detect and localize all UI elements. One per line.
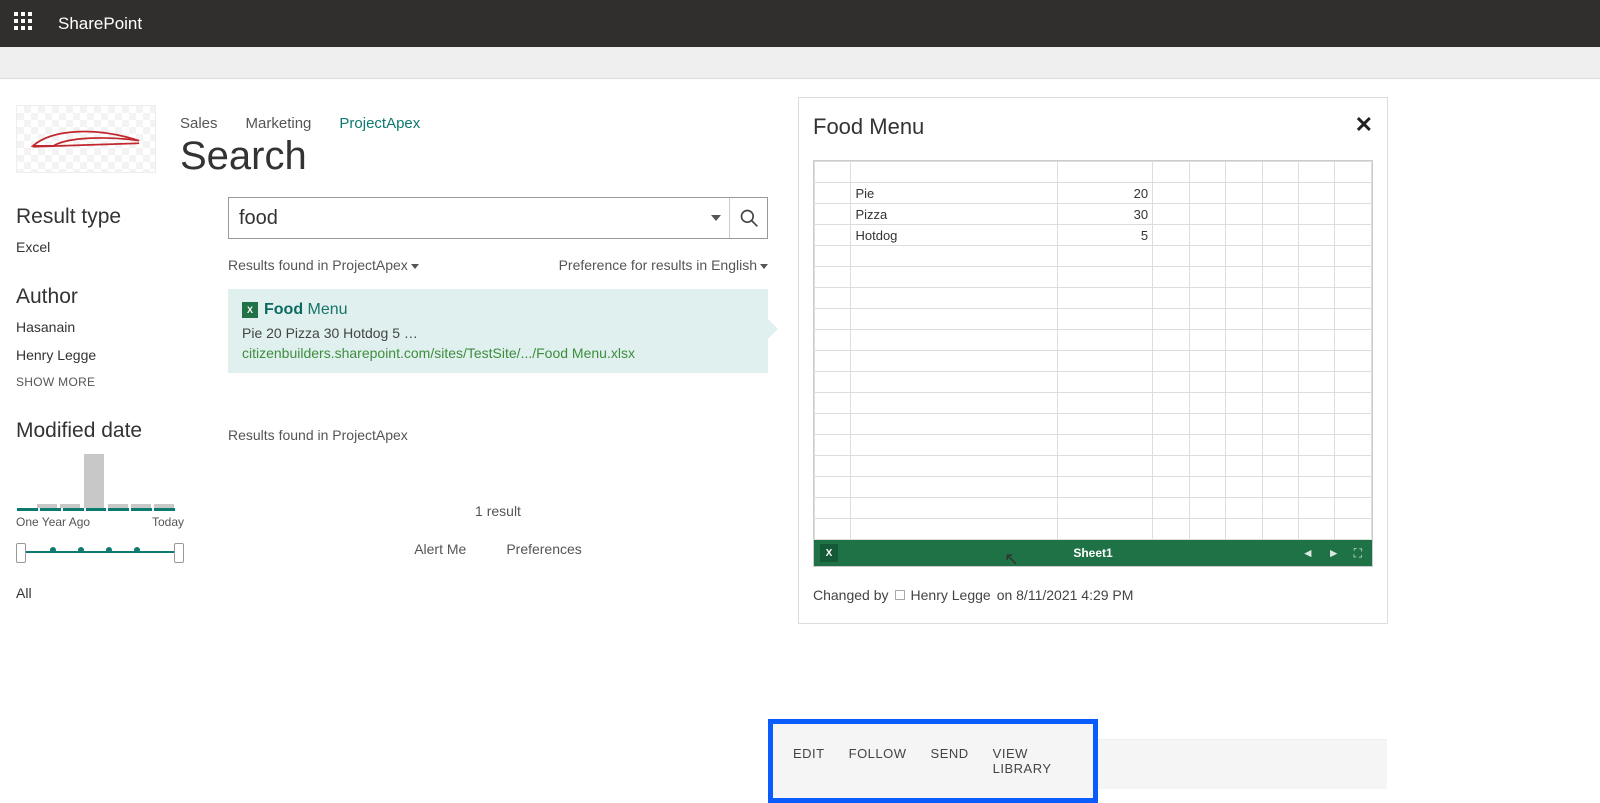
presence-icon xyxy=(895,590,905,600)
refiner-item-excel[interactable]: Excel xyxy=(16,239,196,255)
brand-label[interactable]: SharePoint xyxy=(58,14,142,34)
cell[interactable]: Pizza xyxy=(851,204,1057,225)
nav-link-projectapex[interactable]: ProjectApex xyxy=(339,115,420,132)
excel-icon[interactable]: X xyxy=(820,544,838,562)
view-library-button[interactable]: VIEW LIBRARY xyxy=(993,746,1073,776)
result-count: 1 result xyxy=(228,503,768,519)
cell[interactable]: 20 xyxy=(1057,183,1152,204)
refiner-item-author-0[interactable]: Hasanain xyxy=(16,319,196,335)
action-bar-remainder xyxy=(1098,739,1387,789)
preview-panel: Food Menu ✕ Pie20 Pizza30 Hotdog5 xyxy=(798,97,1388,624)
search-icon xyxy=(739,208,759,228)
excel-file-icon: X xyxy=(242,302,258,318)
sheet-prev-icon[interactable]: ◄ xyxy=(1302,546,1314,560)
cell[interactable]: 5 xyxy=(1057,225,1152,246)
cell[interactable]: Hotdog xyxy=(851,225,1057,246)
follow-button[interactable]: FOLLOW xyxy=(849,746,907,776)
modified-histogram xyxy=(16,453,176,511)
page-title: Search xyxy=(180,134,307,179)
search-result-item[interactable]: X Food Menu Pie 20 Pizza 30 Hotdog 5 … c… xyxy=(228,289,768,373)
action-bar-highlight: EDIT FOLLOW SEND VIEW LIBRARY xyxy=(768,719,1098,803)
close-icon[interactable]: ✕ xyxy=(1355,114,1373,136)
sheet-tab-bar: X Sheet1 ◄ ► ⛶ xyxy=(814,540,1372,566)
cell[interactable]: 30 xyxy=(1057,204,1152,225)
page-body: Sales Marketing ProjectApex Search Resul… xyxy=(0,79,1600,99)
preview-action-bar: EDIT FOLLOW SEND VIEW LIBRARY xyxy=(773,724,1093,798)
result-title[interactable]: X Food Menu xyxy=(242,301,754,319)
preferences-link[interactable]: Preferences xyxy=(506,541,581,557)
results-scope-label[interactable]: Results found in ProjectApex xyxy=(228,257,419,273)
edit-button[interactable]: EDIT xyxy=(793,746,825,776)
changed-by-user[interactable]: Henry Legge xyxy=(911,587,991,603)
spreadsheet-grid[interactable]: Pie20 Pizza30 Hotdog5 xyxy=(814,161,1372,540)
search-box xyxy=(228,197,768,239)
search-button[interactable] xyxy=(729,198,767,238)
modified-slider[interactable] xyxy=(16,541,184,567)
result-callout-arrow-icon xyxy=(768,319,778,339)
suite-nav-bar: SharePoint xyxy=(0,0,1600,47)
search-scope-dropdown-icon[interactable] xyxy=(711,215,721,221)
excel-preview: Pie20 Pizza30 Hotdog5 X Shee xyxy=(813,160,1373,567)
refiner-heading-modified: Modified date xyxy=(16,419,196,443)
top-nav: Sales Marketing ProjectApex xyxy=(180,115,420,132)
changed-by-line: Changed by Henry Legge on 8/11/2021 4:29… xyxy=(813,587,1373,603)
modified-range-start: One Year Ago xyxy=(16,515,90,529)
sheet-next-icon[interactable]: ► xyxy=(1328,546,1340,560)
modified-range-end: Today xyxy=(152,515,184,529)
alert-me-link[interactable]: Alert Me xyxy=(414,541,466,557)
refiner-heading-result-type: Result type xyxy=(16,205,196,229)
ribbon-bar xyxy=(0,47,1600,79)
cell[interactable]: Pie xyxy=(851,183,1057,204)
results-language-pref[interactable]: Preference for results in English xyxy=(559,257,768,273)
search-input[interactable] xyxy=(229,207,711,230)
nav-link-marketing[interactable]: Marketing xyxy=(246,115,312,132)
sheet-tab[interactable]: Sheet1 xyxy=(1073,546,1112,560)
refiner-item-author-1[interactable]: Henry Legge xyxy=(16,347,196,363)
fullscreen-icon[interactable]: ⛶ xyxy=(1354,546,1362,561)
app-launcher-icon[interactable] xyxy=(14,12,38,36)
result-snippet: Pie 20 Pizza 30 Hotdog 5 … xyxy=(242,325,754,341)
refiner-panel: Result type Excel Author Hasanain Henry … xyxy=(16,205,196,631)
refiner-show-more[interactable]: SHOW MORE xyxy=(16,375,196,389)
send-button[interactable]: SEND xyxy=(931,746,969,776)
refiner-modified-all[interactable]: All xyxy=(16,585,196,601)
refiner-heading-author: Author xyxy=(16,285,196,309)
search-center: Results found in ProjectApex Preference … xyxy=(228,197,768,557)
result-url[interactable]: citizenbuilders.sharepoint.com/sites/Tes… xyxy=(242,345,754,361)
preview-title: Food Menu xyxy=(813,114,924,140)
site-logo[interactable] xyxy=(16,105,156,173)
results-scope-footer[interactable]: Results found in ProjectApex xyxy=(228,427,768,443)
nav-link-sales[interactable]: Sales xyxy=(180,115,218,132)
